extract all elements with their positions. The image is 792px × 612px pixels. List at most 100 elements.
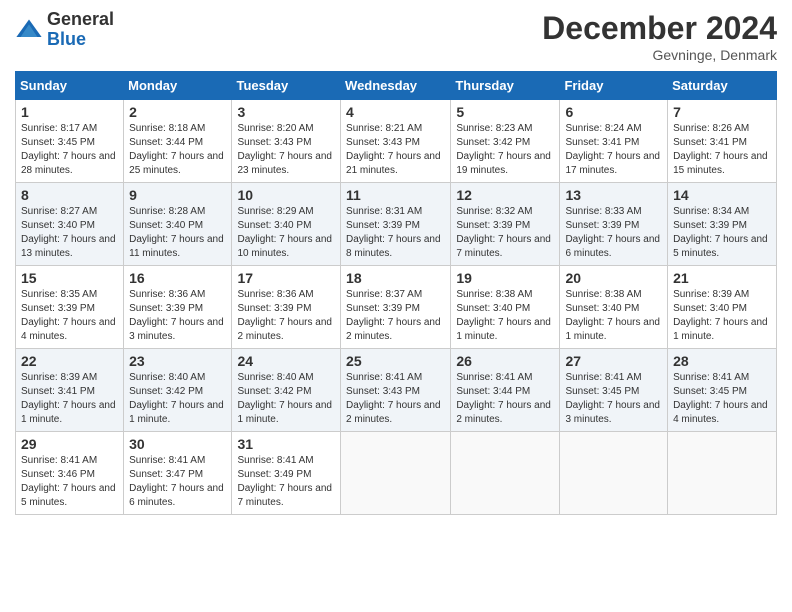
logo-icon bbox=[15, 16, 43, 44]
day-number: 21 bbox=[673, 270, 771, 286]
day-info: Sunrise: 8:40 AMSunset: 3:42 PMDaylight:… bbox=[129, 371, 226, 427]
day-info: Sunrise: 8:18 AMSunset: 3:44 PMDaylight:… bbox=[129, 122, 226, 178]
calendar-cell: 30 Sunrise: 8:41 AMSunset: 3:47 PMDayligh… bbox=[124, 432, 232, 515]
day-info: Sunrise: 8:41 AMSunset: 3:45 PMDaylight:… bbox=[673, 371, 771, 427]
day-info: Sunrise: 8:41 AMSunset: 3:43 PMDaylight:… bbox=[346, 371, 445, 427]
calendar-cell: 23 Sunrise: 8:40 AMSunset: 3:42 PMDayligh… bbox=[124, 349, 232, 432]
logo: General Blue bbox=[15, 10, 114, 50]
calendar-cell: 6 Sunrise: 8:24 AMSunset: 3:41 PMDaylight… bbox=[560, 100, 668, 183]
day-number: 9 bbox=[129, 187, 226, 203]
calendar-cell: 14Sunrise: 8:34 AMSunset: 3:39 PMDayligh… bbox=[668, 183, 777, 266]
day-number: 13 bbox=[565, 187, 662, 203]
calendar-cell: 20Sunrise: 8:38 AMSunset: 3:40 PMDayligh… bbox=[560, 266, 668, 349]
day-number: 17 bbox=[237, 270, 335, 286]
calendar-cell: 13 Sunrise: 8:33 AMSunset: 3:39 PMDayligh… bbox=[560, 183, 668, 266]
day-info: Sunrise: 8:36 AMSunset: 3:39 PMDaylight:… bbox=[129, 288, 226, 344]
day-info: Sunrise: 8:31 AMSunset: 3:39 PMDaylight:… bbox=[346, 205, 445, 261]
calendar-cell: 18 Sunrise: 8:37 AMSunset: 3:39 PMDayligh… bbox=[341, 266, 451, 349]
day-info: Sunrise: 8:38 AMSunset: 3:40 PMDaylight:… bbox=[565, 288, 662, 344]
day-info: Sunrise: 8:41 AMSunset: 3:45 PMDaylight:… bbox=[565, 371, 662, 427]
calendar-cell: 31 Sunrise: 8:41 AMSunset: 3:49 PMDayligh… bbox=[232, 432, 341, 515]
day-info: Sunrise: 8:38 AMSunset: 3:40 PMDaylight:… bbox=[456, 288, 554, 344]
day-number: 27 bbox=[565, 353, 662, 369]
day-number: 11 bbox=[346, 187, 445, 203]
calendar-cell bbox=[451, 432, 560, 515]
calendar-cell: 9 Sunrise: 8:28 AMSunset: 3:40 PMDaylight… bbox=[124, 183, 232, 266]
day-number: 2 bbox=[129, 104, 226, 120]
calendar-table: SundayMondayTuesdayWednesdayThursdayFrid… bbox=[15, 71, 777, 515]
calendar-cell: 2 Sunrise: 8:18 AMSunset: 3:44 PMDaylight… bbox=[124, 100, 232, 183]
day-info: Sunrise: 8:36 AMSunset: 3:39 PMDaylight:… bbox=[237, 288, 335, 344]
logo-text: General Blue bbox=[47, 10, 114, 50]
calendar-cell: 10 Sunrise: 8:29 AMSunset: 3:40 PMDayligh… bbox=[232, 183, 341, 266]
weekday-header-sunday: Sunday bbox=[16, 72, 124, 100]
day-info: Sunrise: 8:29 AMSunset: 3:40 PMDaylight:… bbox=[237, 205, 335, 261]
day-number: 19 bbox=[456, 270, 554, 286]
calendar-cell: 12 Sunrise: 8:32 AMSunset: 3:39 PMDayligh… bbox=[451, 183, 560, 266]
day-number: 5 bbox=[456, 104, 554, 120]
month-title: December 2024 bbox=[542, 10, 777, 47]
day-number: 4 bbox=[346, 104, 445, 120]
day-info: Sunrise: 8:20 AMSunset: 3:43 PMDaylight:… bbox=[237, 122, 335, 178]
calendar-cell: 24Sunrise: 8:40 AMSunset: 3:42 PMDayligh… bbox=[232, 349, 341, 432]
day-number: 1 bbox=[21, 104, 118, 120]
day-info: Sunrise: 8:21 AMSunset: 3:43 PMDaylight:… bbox=[346, 122, 445, 178]
day-info: Sunrise: 8:26 AMSunset: 3:41 PMDaylight:… bbox=[673, 122, 771, 178]
day-number: 29 bbox=[21, 436, 118, 452]
day-info: Sunrise: 8:28 AMSunset: 3:40 PMDaylight:… bbox=[129, 205, 226, 261]
weekday-header-row: SundayMondayTuesdayWednesdayThursdayFrid… bbox=[16, 72, 777, 100]
calendar-cell: 28 Sunrise: 8:41 AMSunset: 3:45 PMDayligh… bbox=[668, 349, 777, 432]
day-number: 22 bbox=[21, 353, 118, 369]
weekday-header-monday: Monday bbox=[124, 72, 232, 100]
day-number: 16 bbox=[129, 270, 226, 286]
day-info: Sunrise: 8:39 AMSunset: 3:40 PMDaylight:… bbox=[673, 288, 771, 344]
day-number: 28 bbox=[673, 353, 771, 369]
calendar-cell: 7 Sunrise: 8:26 AMSunset: 3:41 PMDaylight… bbox=[668, 100, 777, 183]
title-area: December 2024 Gevninge, Denmark bbox=[542, 10, 777, 63]
day-info: Sunrise: 8:41 AMSunset: 3:47 PMDaylight:… bbox=[129, 454, 226, 510]
calendar-cell bbox=[668, 432, 777, 515]
day-info: Sunrise: 8:41 AMSunset: 3:49 PMDaylight:… bbox=[237, 454, 335, 510]
day-number: 30 bbox=[129, 436, 226, 452]
day-info: Sunrise: 8:39 AMSunset: 3:41 PMDaylight:… bbox=[21, 371, 118, 427]
day-info: Sunrise: 8:37 AMSunset: 3:39 PMDaylight:… bbox=[346, 288, 445, 344]
logo-blue-text: Blue bbox=[47, 30, 114, 50]
calendar-week-row: 15 Sunrise: 8:35 AMSunset: 3:39 PMDayligh… bbox=[16, 266, 777, 349]
day-info: Sunrise: 8:41 AMSunset: 3:44 PMDaylight:… bbox=[456, 371, 554, 427]
day-number: 3 bbox=[237, 104, 335, 120]
weekday-header-thursday: Thursday bbox=[451, 72, 560, 100]
calendar-cell: 8Sunrise: 8:27 AMSunset: 3:40 PMDaylight… bbox=[16, 183, 124, 266]
day-number: 15 bbox=[21, 270, 118, 286]
day-number: 7 bbox=[673, 104, 771, 120]
weekday-header-tuesday: Tuesday bbox=[232, 72, 341, 100]
calendar-cell: 26Sunrise: 8:41 AMSunset: 3:44 PMDayligh… bbox=[451, 349, 560, 432]
calendar-cell bbox=[341, 432, 451, 515]
calendar-cell: 16 Sunrise: 8:36 AMSunset: 3:39 PMDayligh… bbox=[124, 266, 232, 349]
calendar-cell: 4 Sunrise: 8:21 AMSunset: 3:43 PMDaylight… bbox=[341, 100, 451, 183]
day-info: Sunrise: 8:24 AMSunset: 3:41 PMDaylight:… bbox=[565, 122, 662, 178]
weekday-header-friday: Friday bbox=[560, 72, 668, 100]
day-info: Sunrise: 8:32 AMSunset: 3:39 PMDaylight:… bbox=[456, 205, 554, 261]
location: Gevninge, Denmark bbox=[542, 47, 777, 63]
day-number: 25 bbox=[346, 353, 445, 369]
day-number: 31 bbox=[237, 436, 335, 452]
day-info: Sunrise: 8:23 AMSunset: 3:42 PMDaylight:… bbox=[456, 122, 554, 178]
day-number: 12 bbox=[456, 187, 554, 203]
day-number: 18 bbox=[346, 270, 445, 286]
page-header: General Blue December 2024 Gevninge, Den… bbox=[15, 10, 777, 63]
day-info: Sunrise: 8:33 AMSunset: 3:39 PMDaylight:… bbox=[565, 205, 662, 261]
day-number: 8 bbox=[21, 187, 118, 203]
weekday-header-wednesday: Wednesday bbox=[341, 72, 451, 100]
day-info: Sunrise: 8:34 AMSunset: 3:39 PMDaylight:… bbox=[673, 205, 771, 261]
calendar-cell: 22 Sunrise: 8:39 AMSunset: 3:41 PMDayligh… bbox=[16, 349, 124, 432]
logo-general-text: General bbox=[47, 10, 114, 30]
calendar-cell: 1Sunrise: 8:17 AMSunset: 3:45 PMDaylight… bbox=[16, 100, 124, 183]
calendar-cell: 29Sunrise: 8:41 AMSunset: 3:46 PMDayligh… bbox=[16, 432, 124, 515]
day-number: 10 bbox=[237, 187, 335, 203]
calendar-cell: 25 Sunrise: 8:41 AMSunset: 3:43 PMDayligh… bbox=[341, 349, 451, 432]
calendar-cell: 17 Sunrise: 8:36 AMSunset: 3:39 PMDayligh… bbox=[232, 266, 341, 349]
day-number: 6 bbox=[565, 104, 662, 120]
calendar-cell: 19 Sunrise: 8:38 AMSunset: 3:40 PMDayligh… bbox=[451, 266, 560, 349]
day-number: 23 bbox=[129, 353, 226, 369]
day-info: Sunrise: 8:35 AMSunset: 3:39 PMDaylight:… bbox=[21, 288, 118, 344]
